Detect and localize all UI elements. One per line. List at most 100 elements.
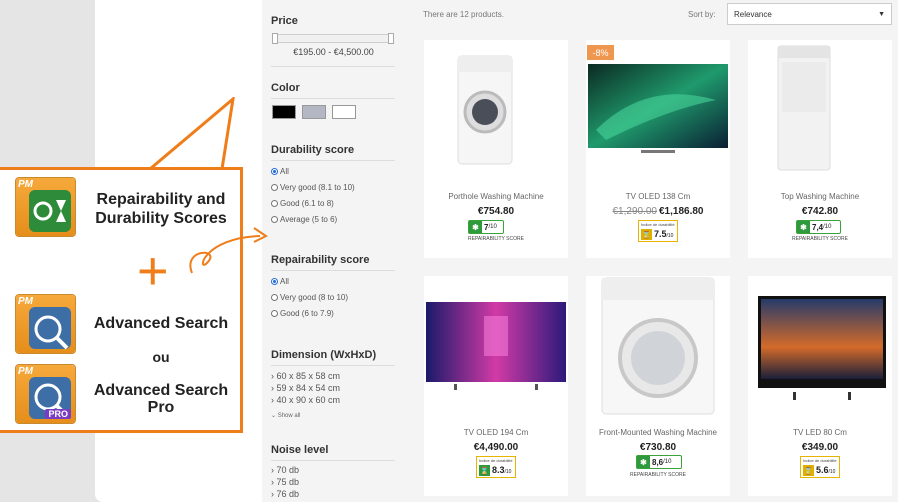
repairability-option[interactable]: All <box>271 277 289 286</box>
durability-option[interactable]: Good (6.1 to 8) <box>271 199 334 208</box>
promo-title-advanced-search-pro: Advanced Search Pro <box>93 382 229 416</box>
promo-title-advanced-search: Advanced Search <box>93 315 229 332</box>
sort-label: Sort by: <box>688 10 716 19</box>
washing-machine-image <box>777 45 831 171</box>
radio[interactable] <box>271 200 278 207</box>
product-name[interactable]: TV LED 80 Cm <box>748 428 892 437</box>
dimension-filter-title: Dimension (WxHxD) <box>271 349 377 361</box>
advanced-search-pro-module-icon: PM PRO <box>15 364 76 424</box>
filters-sidebar: Price €195.00 - €4,500.00 Color Durabili… <box>262 0 405 502</box>
dimension-option[interactable]: › 60 x 85 x 58 cm <box>271 371 340 381</box>
pro-badge: PRO <box>45 409 71 419</box>
repairability-module-icon: PM <box>15 177 76 237</box>
product-card[interactable]: TV OLED 138 Cm €1,290.00 €1,186.80 Indice… <box>586 40 730 258</box>
product-price: €730.80 <box>639 442 677 453</box>
product-name[interactable]: Top Washing Machine <box>748 192 892 201</box>
divider <box>271 270 395 271</box>
durability-badge: Indice de durabilité ⌛ 8.3/10 <box>476 456 516 478</box>
color-swatch-black[interactable] <box>272 105 296 119</box>
repairability-option[interactable]: Very good (8 to 10) <box>271 293 348 302</box>
product-card[interactable]: TV LED 80 Cm €349.00 Indice de durabilit… <box>748 276 892 496</box>
promo-or: ou <box>152 349 170 365</box>
radio-selected[interactable] <box>271 278 278 285</box>
washing-machine-image <box>601 277 715 415</box>
tv-image <box>426 302 566 390</box>
radio[interactable] <box>271 184 278 191</box>
sort-select[interactable]: Relevance ▼ <box>727 3 892 25</box>
durability-score: 7.5/10 <box>654 229 674 239</box>
discount-badge: -8% <box>587 45 614 60</box>
product-name[interactable]: Front-Mounted Washing Machine <box>586 428 730 437</box>
repairability-option[interactable]: Good (6 to 7.9) <box>271 309 334 318</box>
advanced-search-module-icon: PM <box>15 294 76 354</box>
divider <box>271 98 395 99</box>
durability-icon: ⌛ <box>479 465 490 476</box>
dimension-option[interactable]: › 59 x 84 x 54 cm <box>271 383 340 393</box>
plus-icon: + <box>137 241 169 301</box>
durability-filter-title: Durability score <box>271 144 355 156</box>
price-slider-max-handle[interactable] <box>388 33 394 44</box>
product-price: €1,290.00 €1,186.80 <box>612 206 704 217</box>
price-slider[interactable] <box>272 33 394 44</box>
repair-icon: ✱ <box>797 221 810 233</box>
repairability-badge: ✱ 7,4/10 <box>796 220 841 234</box>
sort-value: Relevance <box>734 9 772 19</box>
durability-icon: ⌛ <box>803 465 814 476</box>
radio[interactable] <box>271 294 278 301</box>
repair-icon: ✱ <box>637 456 650 468</box>
color-filter-title: Color <box>271 82 300 94</box>
durability-icon: ⌛ <box>641 229 652 240</box>
product-name[interactable]: TV OLED 194 Cm <box>424 428 568 437</box>
caret-down-icon: ▼ <box>878 10 885 18</box>
radio-selected[interactable] <box>271 168 278 175</box>
product-card[interactable]: Porthole Washing Machine €754.80 ✱ 7/10 R… <box>424 40 568 258</box>
radio[interactable] <box>271 216 278 223</box>
repairability-filter-title: Repairability score <box>271 254 370 266</box>
noise-option[interactable]: › 70 db <box>271 465 299 475</box>
badge-caption: REPAIRABILITY SCORE <box>468 236 524 242</box>
durability-option[interactable]: All <box>271 167 289 176</box>
divider <box>271 460 395 461</box>
durability-score: 5.6/10 <box>816 465 836 475</box>
product-name[interactable]: Porthole Washing Machine <box>424 192 568 201</box>
color-swatch-white[interactable] <box>332 105 356 119</box>
dimension-option[interactable]: › 40 x 90 x 60 cm <box>271 395 340 405</box>
washing-machine-image <box>457 55 513 165</box>
product-count: There are 12 products. <box>423 10 504 19</box>
durability-option[interactable]: Very good (8.1 to 10) <box>271 183 355 192</box>
product-card[interactable]: Top Washing Machine €742.80 ✱ 7,4/10 REPA… <box>748 40 892 258</box>
color-swatch-grey[interactable] <box>302 105 326 119</box>
show-all-link[interactable]: ⌄ Show all <box>271 412 300 419</box>
divider <box>271 365 395 366</box>
product-name[interactable]: TV OLED 138 Cm <box>586 192 730 201</box>
tv-image <box>588 64 728 153</box>
badge-caption: REPAIRABILITY SCORE <box>630 472 686 478</box>
search-settings-icon <box>34 315 69 350</box>
repairability-badge: ✱ 8,6/10 <box>636 455 682 469</box>
badge-caption: REPAIRABILITY SCORE <box>792 236 848 242</box>
product-price: €742.80 <box>801 206 839 217</box>
radio[interactable] <box>271 310 278 317</box>
durability-badge: Indice de durabilité ⌛ 5.6/10 <box>800 456 840 478</box>
curved-arrow-icon <box>189 227 268 274</box>
divider <box>271 160 395 161</box>
speech-bubble-tail <box>150 97 240 172</box>
price-range-text: €195.00 - €4,500.00 <box>293 47 374 57</box>
noise-option[interactable]: › 75 db <box>271 477 299 487</box>
repair-icon: ✱ <box>469 221 482 233</box>
product-price: €4,490.00 <box>473 442 519 453</box>
product-price: €754.80 <box>477 206 515 217</box>
product-card[interactable]: TV OLED 194 Cm €4,490.00 Indice de durab… <box>424 276 568 496</box>
price-filter-title: Price <box>271 15 298 27</box>
gear-hourglass-icon <box>33 200 66 222</box>
product-card[interactable]: Front-Mounted Washing Machine €730.80 ✱ 8… <box>586 276 730 496</box>
promo-panel: PM Repairability and Durability Scores P… <box>0 167 243 433</box>
price-slider-min-handle[interactable] <box>272 33 278 44</box>
product-price: €349.00 <box>801 442 839 453</box>
durability-badge: Indice de durabilité ⌛ 7.5/10 <box>638 220 678 242</box>
tv-image <box>758 296 886 400</box>
noise-option[interactable]: › 76 db <box>271 489 299 499</box>
noise-filter-title: Noise level <box>271 444 329 456</box>
durability-option[interactable]: Average (5 to 6) <box>271 215 337 224</box>
divider <box>271 66 395 67</box>
